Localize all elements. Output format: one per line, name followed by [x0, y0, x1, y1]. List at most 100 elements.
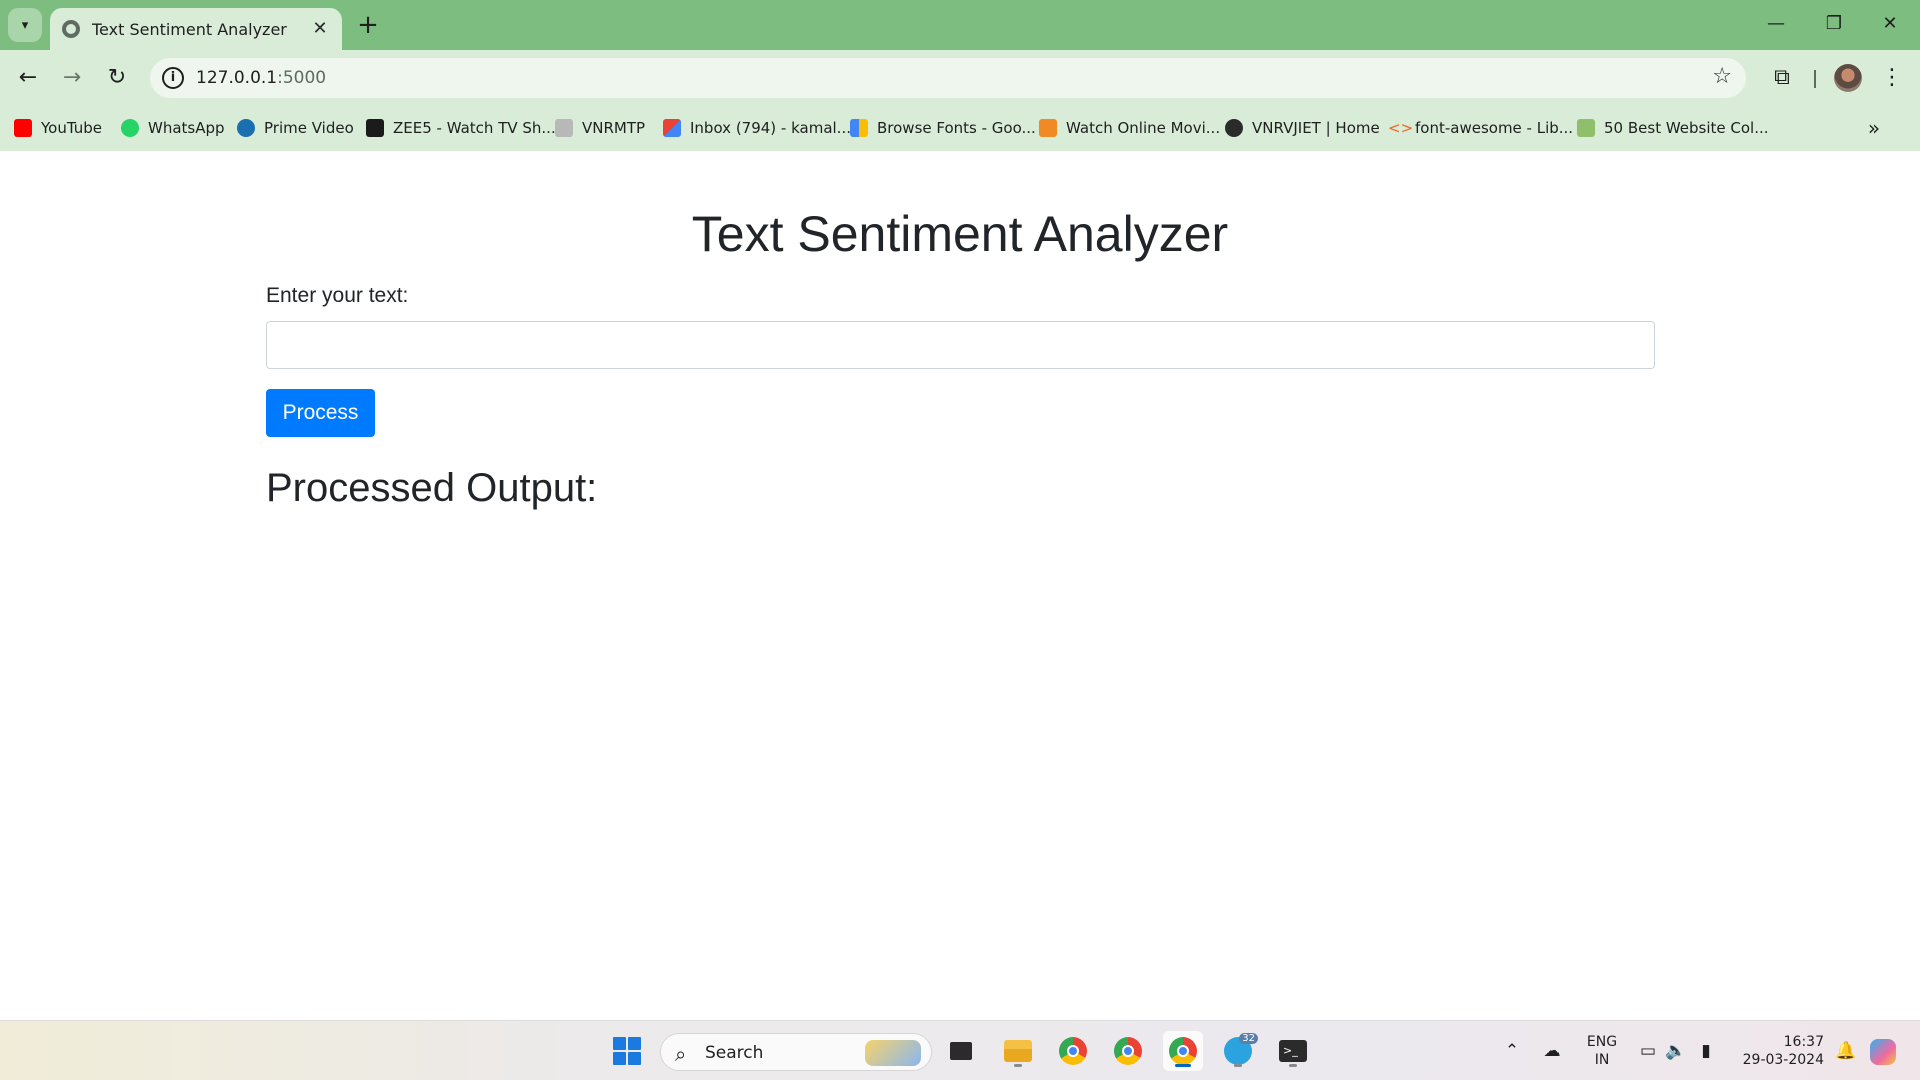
search-icon: ⌕	[675, 1042, 687, 1066]
chrome-icon	[1169, 1037, 1197, 1065]
tab-search-button[interactable]: ▾	[8, 8, 42, 42]
bookmark-label: ZEE5 - Watch TV Sh...	[393, 119, 556, 137]
volume-icon[interactable]: 🔈	[1664, 1039, 1688, 1063]
browser-menu-icon[interactable]: ⋮	[1880, 62, 1904, 94]
bookmark-label: Prime Video	[264, 119, 354, 137]
page-title: Text Sentiment Analyzer	[691, 206, 1229, 262]
windows-logo-icon	[613, 1037, 641, 1065]
tab-close-button[interactable]: ✕	[310, 19, 330, 39]
bookmark-star-icon[interactable]: ☆	[1712, 64, 1732, 89]
bookmark-label: VNRMTP	[582, 119, 646, 137]
language-indicator[interactable]: ENG IN	[1582, 1033, 1622, 1069]
taskbar-search[interactable]: ⌕ Search	[660, 1033, 932, 1071]
telegram-badge: 32	[1239, 1033, 1258, 1044]
chrome-active-button[interactable]	[1163, 1031, 1203, 1071]
bookmark-youtube[interactable]: YouTube	[14, 116, 102, 140]
restore-button[interactable]: ❐	[1814, 6, 1854, 42]
start-button[interactable]	[607, 1031, 647, 1071]
chrome-profile-button[interactable]	[1108, 1031, 1148, 1071]
bookmark-label: WhatsApp	[148, 119, 225, 137]
battery-icon[interactable]: ▮	[1694, 1039, 1718, 1063]
bookmark-label: Browse Fonts - Goo...	[877, 119, 1036, 137]
bookmark-zee5[interactable]: ZEE5 - Watch TV Sh...	[366, 116, 556, 140]
bookmark-label: Watch Online Movi...	[1066, 119, 1221, 137]
running-indicator	[1234, 1064, 1242, 1067]
gmail-icon	[663, 119, 681, 137]
reload-button[interactable]: ↻	[101, 62, 133, 94]
text-input[interactable]	[266, 321, 1655, 369]
clock-time: 16:37	[1783, 1034, 1824, 1050]
terminal-icon: >_	[1279, 1040, 1307, 1062]
profile-avatar[interactable]	[1834, 64, 1862, 92]
search-highlight-icon	[865, 1040, 921, 1066]
globe-icon	[62, 20, 80, 38]
file-explorer-button[interactable]	[998, 1031, 1038, 1071]
google-fonts-icon	[850, 119, 868, 137]
onedrive-cloud-icon[interactable]: ☁	[1540, 1039, 1564, 1063]
chrome-icon	[1059, 1037, 1087, 1065]
chrome-button[interactable]	[1053, 1031, 1093, 1071]
task-view-button[interactable]	[941, 1031, 981, 1071]
url-port: :5000	[277, 68, 327, 88]
notification-bell-icon[interactable]: 🔔	[1834, 1039, 1858, 1063]
network-icon[interactable]: ▭	[1636, 1039, 1660, 1063]
new-tab-button[interactable]: +	[352, 10, 384, 42]
browser-toolbar: ← → ↻ i 127.0.0.1:5000 ☆ ⧉ ⋮	[0, 50, 1920, 106]
back-button[interactable]: ←	[12, 62, 44, 94]
web-page: Text Sentiment Analyzer Enter your text:…	[0, 151, 1920, 1020]
tab-active[interactable]: Text Sentiment Analyzer ✕	[50, 8, 342, 50]
language-code: ENG	[1586, 1034, 1618, 1050]
chevron-down-icon: ▾	[21, 17, 29, 33]
url-text: 127.0.0.1:5000	[196, 68, 326, 88]
windows-taskbar: ⌕ Search 32 >_ ⌃ ☁ ENG IN ▭ 🔈 ▮ 16:37 29…	[0, 1020, 1920, 1080]
bookmark-vnrmtp[interactable]: VNRMTP	[555, 116, 645, 140]
minimize-button[interactable]: —	[1756, 6, 1796, 42]
address-bar[interactable]: i 127.0.0.1:5000 ☆	[150, 58, 1746, 98]
running-indicator	[1289, 1064, 1297, 1067]
site-info-icon[interactable]: i	[162, 67, 184, 89]
telegram-button[interactable]: 32	[1218, 1031, 1258, 1071]
browser-chrome: ▾ Text Sentiment Analyzer ✕ + — ❐ ✕ ← → …	[0, 0, 1920, 151]
bookmark-google-fonts[interactable]: Browse Fonts - Goo...	[850, 116, 1036, 140]
text-input-label: Enter your text:	[266, 284, 409, 307]
tab-strip: ▾ Text Sentiment Analyzer ✕ + — ❐ ✕	[0, 0, 1920, 50]
bookmark-font-awesome[interactable]: <> font-awesome - Lib...	[1388, 116, 1573, 140]
tab-title: Text Sentiment Analyzer	[92, 19, 287, 39]
toolbar-divider	[1814, 70, 1816, 88]
bookmarks-overflow-button[interactable]: »	[1862, 116, 1886, 140]
process-button[interactable]: Process	[266, 389, 375, 437]
bookmark-prime-video[interactable]: Prime Video	[237, 116, 354, 140]
bookmark-label: YouTube	[41, 119, 102, 137]
running-indicator	[1014, 1064, 1022, 1067]
bookmark-label: font-awesome - Lib...	[1415, 119, 1574, 137]
bookmark-watch-movies[interactable]: Watch Online Movi...	[1039, 116, 1220, 140]
forward-button[interactable]: →	[56, 62, 88, 94]
copilot-icon[interactable]	[1870, 1039, 1902, 1065]
show-hidden-icons-chevron-icon[interactable]: ⌃	[1500, 1039, 1524, 1063]
movies-icon	[1039, 119, 1057, 137]
task-view-icon	[950, 1042, 972, 1060]
region-code: IN	[1594, 1052, 1610, 1068]
url-host: 127.0.0.1	[196, 68, 278, 88]
bookmark-website-colors[interactable]: 50 Best Website Col...	[1577, 116, 1769, 140]
clock[interactable]: 16:37 29-03-2024	[1734, 1033, 1824, 1069]
bookmark-label: VNRVJIET | Home	[1252, 119, 1380, 137]
bookmark-vnrvjiet[interactable]: VNRVJIET | Home	[1225, 116, 1380, 140]
active-indicator	[1175, 1064, 1191, 1067]
processed-output-heading: Processed Output:	[266, 466, 598, 510]
folder-icon	[1004, 1040, 1032, 1062]
close-window-button[interactable]: ✕	[1870, 6, 1910, 42]
bookmark-whatsapp[interactable]: WhatsApp	[121, 116, 225, 140]
zee5-icon	[366, 119, 384, 137]
bookmark-label: 50 Best Website Col...	[1604, 119, 1769, 137]
design-icon	[1577, 119, 1595, 137]
extensions-icon[interactable]: ⧉	[1766, 62, 1798, 94]
chrome-profile-icon	[1114, 1037, 1142, 1065]
prime-video-icon	[237, 119, 255, 137]
globe-icon	[1225, 119, 1243, 137]
clock-date: 29-03-2024	[1742, 1052, 1824, 1068]
code-icon: <>	[1388, 119, 1414, 137]
bookmark-gmail[interactable]: Inbox (794) - kamal...	[663, 116, 851, 140]
terminal-button[interactable]: >_	[1273, 1031, 1313, 1071]
youtube-icon	[14, 119, 32, 137]
